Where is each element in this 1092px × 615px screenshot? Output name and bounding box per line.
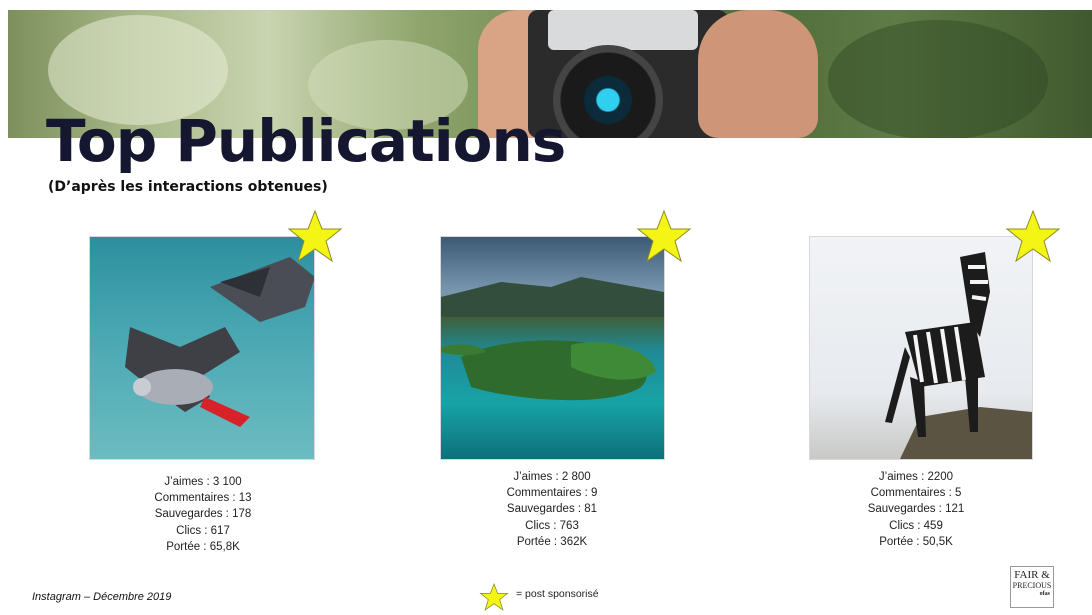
saves-stat: Sauvegardes : 81 xyxy=(506,503,598,516)
fair-precious-logo: FAIR & PRECIOUS ofas xyxy=(1010,566,1054,608)
page-subtitle: (D’après les interactions obtenues) xyxy=(48,179,328,195)
saves-stat: Sauvegardes : 121 xyxy=(867,503,965,516)
legend-star-icon xyxy=(479,583,509,611)
comments-stat: Commentaires : 9 xyxy=(506,487,598,500)
camera-top xyxy=(548,10,698,50)
reach-stat: Portée : 362K xyxy=(516,535,588,548)
clicks-stat: Clics : 763 xyxy=(525,519,579,532)
post-stats: J’aimes : 2200 Commentaires : 5 Sauvegar… xyxy=(826,469,1006,550)
sponsored-star-icon xyxy=(636,209,692,263)
post-image-lake-island xyxy=(440,236,665,460)
reach-stat: Portée : 50,5K xyxy=(879,535,953,548)
likes-stat: J’aimes : 2200 xyxy=(878,471,954,483)
source-caption: Instagram – Décembre 2019 xyxy=(32,591,172,603)
likes-stat: J’aimes : 2 800 xyxy=(513,471,591,483)
likes-stat: J’aimes : 3 100 xyxy=(164,476,242,488)
saves-stat: Sauvegardes : 178 xyxy=(154,508,252,521)
post-image-parrots xyxy=(89,236,315,460)
hand-right xyxy=(698,10,818,138)
sponsored-star-icon xyxy=(1005,209,1061,263)
clicks-stat: Clics : 459 xyxy=(889,519,943,532)
post-stats: J’aimes : 2 800 Commentaires : 9 Sauvega… xyxy=(462,469,642,550)
post-stats: J’aimes : 3 100 Commentaires : 13 Sauveg… xyxy=(113,474,293,555)
comments-stat: Commentaires : 5 xyxy=(870,487,962,500)
sponsored-star-icon xyxy=(287,209,343,263)
page-title: Top Publications xyxy=(46,107,566,175)
legend-label: = post sponsorisé xyxy=(516,588,599,600)
reach-stat: Portée : 65,8K xyxy=(166,540,240,553)
comments-stat: Commentaires : 13 xyxy=(154,492,252,505)
clicks-stat: Clics : 617 xyxy=(176,524,230,537)
post-image-zebra xyxy=(809,236,1033,460)
